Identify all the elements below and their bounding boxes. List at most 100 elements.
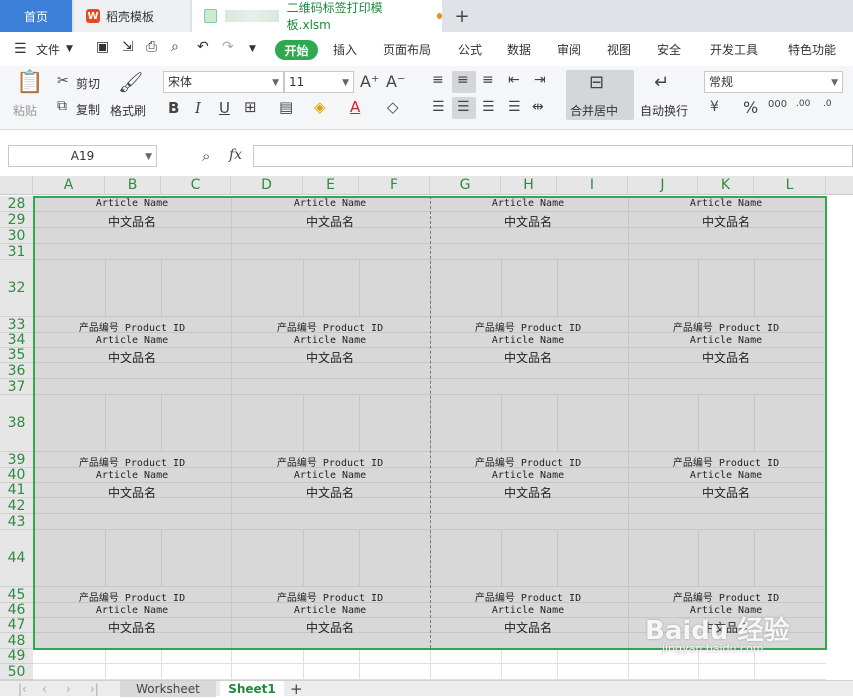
row-header-38[interactable]: 38 xyxy=(0,395,33,452)
add-sheet-icon[interactable]: + xyxy=(290,681,303,697)
sheet-tab-worksheet[interactable]: Worksheet xyxy=(120,681,216,697)
wrap-text-icon[interactable]: ↵ xyxy=(654,72,669,93)
row-header-33[interactable]: 33 xyxy=(0,317,33,333)
menu-view[interactable]: 视图 xyxy=(607,41,631,58)
row-header-49[interactable]: 49 xyxy=(0,648,33,664)
column-header-D[interactable]: D xyxy=(231,176,303,195)
menu-page-layout[interactable]: 页面布局 xyxy=(383,41,431,58)
row-header-28[interactable]: 28 xyxy=(0,196,33,212)
column-header-C[interactable]: C xyxy=(161,176,231,195)
row-header-44[interactable]: 44 xyxy=(0,530,33,587)
align-top-icon[interactable]: ≡ xyxy=(432,72,444,88)
next-sheet-icon[interactable]: › xyxy=(66,681,71,697)
menu-data[interactable]: 数据 xyxy=(507,41,531,58)
row-header-32[interactable]: 32 xyxy=(0,260,33,317)
undo-icon[interactable]: ↶ xyxy=(197,39,209,55)
column-header-E[interactable]: E xyxy=(303,176,359,195)
align-center-icon[interactable]: ☰ xyxy=(457,99,470,115)
column-header-L[interactable]: L xyxy=(754,176,826,195)
row-header-40[interactable]: 40 xyxy=(0,467,33,483)
font-size-select[interactable]: 11 ▼ xyxy=(284,71,354,93)
menu-insert[interactable]: 插入 xyxy=(333,41,357,58)
row-header-48[interactable]: 48 xyxy=(0,633,33,649)
row-header-47[interactable]: 47 xyxy=(0,617,33,633)
font-name-select[interactable]: 宋体 ▼ xyxy=(163,71,284,93)
sheet-tab-sheet1[interactable]: Sheet1 xyxy=(220,681,284,697)
tab-home[interactable]: 首页 xyxy=(0,0,72,32)
row-header-35[interactable]: 35 xyxy=(0,347,33,363)
row-header-39[interactable]: 39 xyxy=(0,452,33,468)
spreadsheet-grid[interactable]: ABCDEFGHIJKL 28 Article Name Article Name A… xyxy=(0,176,853,680)
increase-indent-icon[interactable]: ⇥ xyxy=(534,72,546,88)
thousands-separator-icon[interactable]: 000 xyxy=(768,99,787,110)
italic-button[interactable]: I xyxy=(195,99,201,117)
first-sheet-icon[interactable]: |‹ xyxy=(18,681,27,697)
percent-icon[interactable]: % xyxy=(743,98,758,117)
prev-sheet-icon[interactable]: ‹ xyxy=(42,681,47,697)
merge-cells-icon[interactable]: ⊟ xyxy=(589,72,604,93)
export-icon[interactable]: ⇲ xyxy=(122,39,134,55)
column-header-G[interactable]: G xyxy=(430,176,501,195)
distribute-icon[interactable]: ⇹ xyxy=(532,99,544,115)
wrap-text-button[interactable]: 自动换行 xyxy=(640,102,688,119)
merge-center-button[interactable]: 合并居中 xyxy=(570,102,618,119)
decrease-decimal-icon[interactable]: .0 xyxy=(823,99,832,109)
column-header-J[interactable]: J xyxy=(628,176,698,195)
align-left-icon[interactable]: ☰ xyxy=(432,99,445,115)
increase-font-icon[interactable]: A⁺ xyxy=(360,72,379,91)
row-header-50[interactable]: 50 xyxy=(0,664,33,680)
increase-decimal-icon[interactable]: .00 xyxy=(796,99,810,109)
print-preview-icon[interactable]: ⌕ xyxy=(171,39,179,55)
cell-style-icon[interactable]: ▤ xyxy=(279,98,293,116)
menu-review[interactable]: 审阅 xyxy=(557,41,581,58)
align-bottom-icon[interactable]: ≡ xyxy=(482,72,494,88)
decrease-indent-icon[interactable]: ⇤ xyxy=(508,72,520,88)
fx-icon[interactable]: fx xyxy=(229,147,242,163)
row-header-43[interactable]: 43 xyxy=(0,514,33,530)
format-painter-button[interactable]: 格式刷 xyxy=(110,102,146,119)
menu-file[interactable]: 文件 xyxy=(36,41,60,58)
column-header-H[interactable]: H xyxy=(501,176,557,195)
paste-button[interactable]: 粘贴 xyxy=(13,102,37,119)
align-right-icon[interactable]: ☰ xyxy=(482,99,495,115)
row-header-42[interactable]: 42 xyxy=(0,498,33,514)
redo-icon[interactable]: ↷ xyxy=(222,39,234,55)
column-header-B[interactable]: B xyxy=(105,176,161,195)
row-header-29[interactable]: 29 xyxy=(0,212,33,228)
column-header-F[interactable]: F xyxy=(359,176,430,195)
tab-current-file[interactable]: 二维码标签打印模板.xlsm xyxy=(192,0,442,32)
new-tab-plus-icon[interactable]: + xyxy=(450,4,474,28)
formula-input[interactable] xyxy=(253,145,853,167)
zoom-search-icon[interactable]: ⌕ xyxy=(202,147,210,165)
menu-developer[interactable]: 开发工具 xyxy=(710,41,758,58)
row-header-46[interactable]: 46 xyxy=(0,602,33,618)
row-header-34[interactable]: 34 xyxy=(0,332,33,348)
row-header-41[interactable]: 41 xyxy=(0,482,33,498)
copy-icon[interactable]: ⧉ xyxy=(57,98,67,114)
scissors-icon[interactable]: ✂ xyxy=(57,73,69,89)
last-sheet-icon[interactable]: ›| xyxy=(90,681,99,697)
column-header-K[interactable]: K xyxy=(698,176,754,195)
row-header-37[interactable]: 37 xyxy=(0,379,33,395)
save-icon[interactable]: ▣ xyxy=(96,39,109,55)
justify-icon[interactable]: ☰ xyxy=(508,99,521,115)
quick-access-dropdown-icon[interactable]: ▼ xyxy=(249,44,256,54)
menu-special[interactable]: 特色功能 xyxy=(788,41,836,58)
currency-icon[interactable]: ¥ xyxy=(710,99,719,115)
row-header-31[interactable]: 31 xyxy=(0,244,33,260)
menu-formulas[interactable]: 公式 xyxy=(458,41,482,58)
menu-security[interactable]: 安全 xyxy=(657,41,681,58)
fill-color-icon[interactable]: ◈ xyxy=(314,98,326,116)
select-all-corner[interactable] xyxy=(0,176,33,195)
number-format-select[interactable]: 常规 ▼ xyxy=(704,71,843,93)
menu-start[interactable]: 开始 xyxy=(275,40,318,60)
print-icon[interactable]: ⎙ xyxy=(146,39,157,55)
row-header-45[interactable]: 45 xyxy=(0,587,33,603)
column-header-A[interactable]: A xyxy=(33,176,105,195)
tab-docer-templates[interactable]: W 稻壳模板 xyxy=(74,0,190,32)
copy-button[interactable]: 复制 xyxy=(76,101,100,118)
font-color-icon[interactable]: A xyxy=(350,98,360,116)
underline-button[interactable]: U xyxy=(219,99,230,117)
bold-button[interactable]: B xyxy=(168,99,179,117)
paste-icon[interactable]: 📋 xyxy=(16,70,43,95)
